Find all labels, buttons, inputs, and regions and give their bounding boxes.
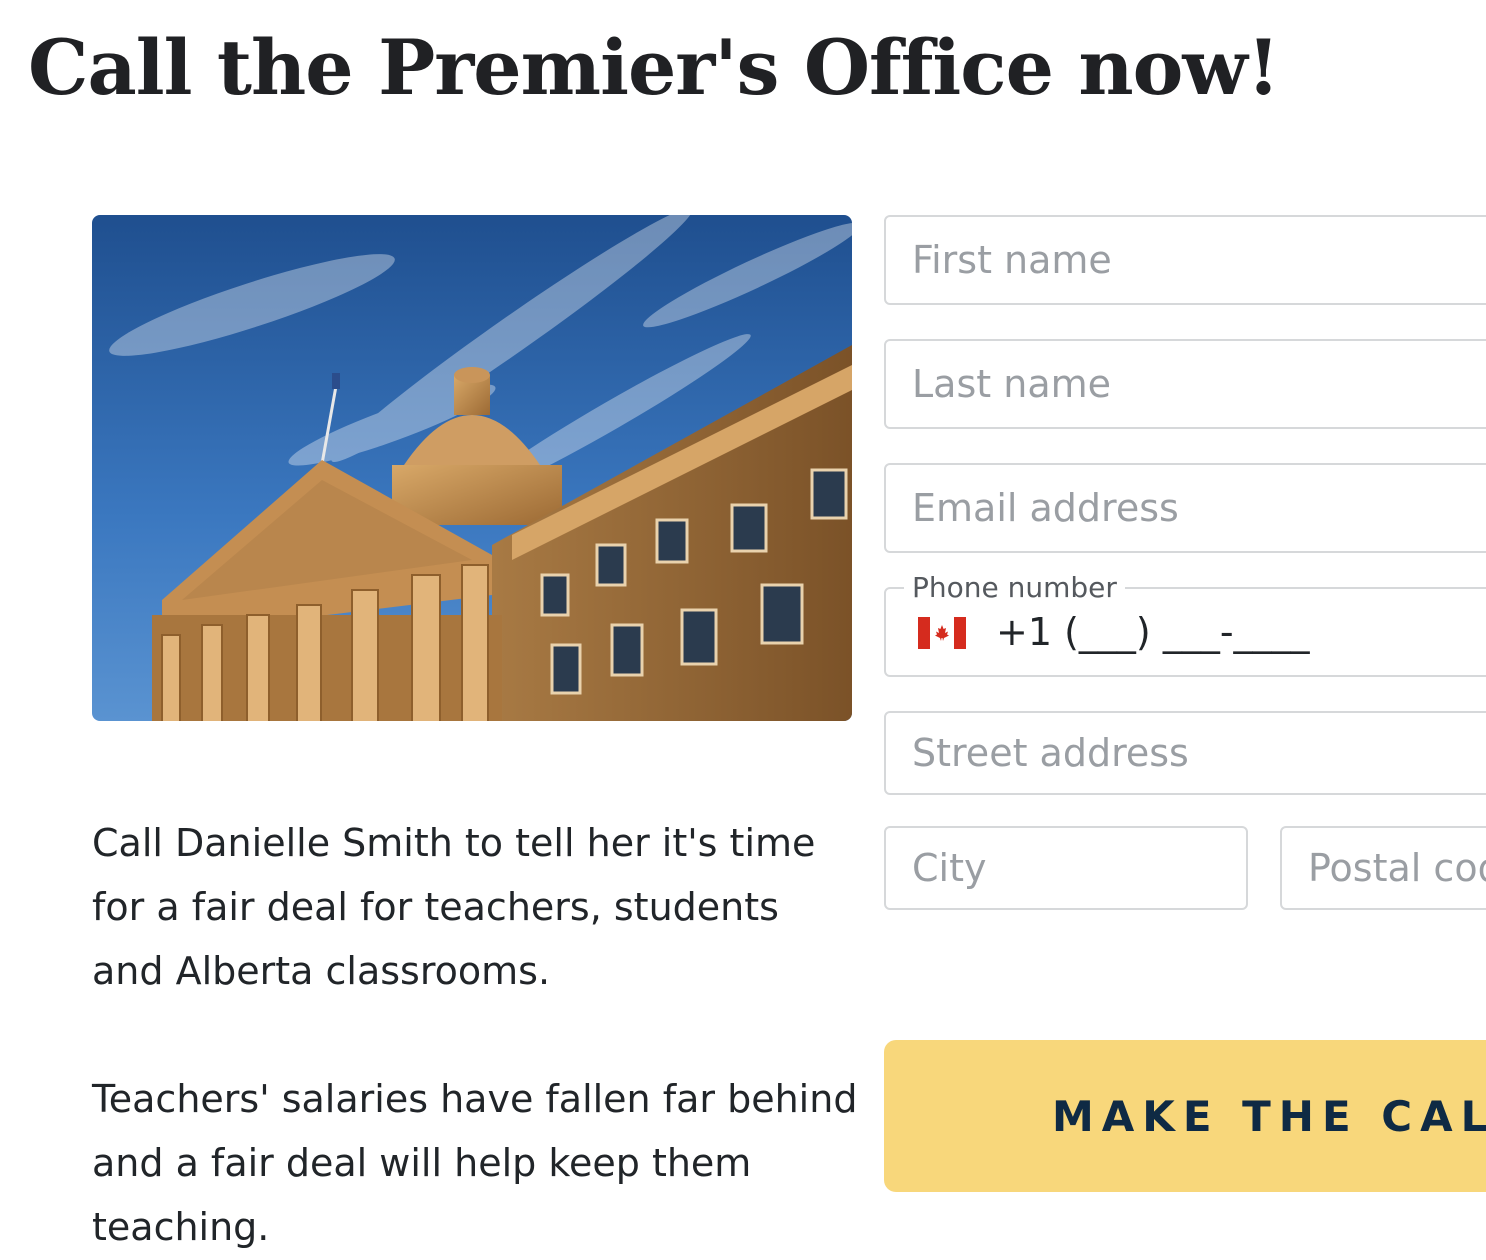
street-address-input[interactable] [886, 713, 1486, 793]
city-field-box [884, 826, 1248, 910]
intro-paragraph: Call Danielle Smith to tell her it's tim… [92, 821, 816, 993]
page-title: Call the Premier's Office now! [28, 23, 1280, 112]
canada-flag-icon[interactable] [918, 617, 966, 649]
email-field-box [884, 463, 1486, 553]
postal-code-field-box [1280, 826, 1486, 910]
legislature-building-image [92, 215, 852, 721]
email-input[interactable] [886, 465, 1486, 551]
page: Call the Premier's Office now! Call Dani… [0, 0, 1486, 1260]
street-field-box [884, 711, 1486, 795]
postal-code-input[interactable] [1282, 828, 1486, 908]
last-name-field-box [884, 339, 1486, 429]
make-the-call-button[interactable]: MAKE THE CALL [884, 1040, 1486, 1192]
phone-field-box: Phone number [884, 571, 1486, 677]
first-name-input[interactable] [886, 217, 1486, 303]
phone-input[interactable] [996, 589, 1486, 675]
city-input[interactable] [886, 828, 1246, 908]
first-name-field-box [884, 215, 1486, 305]
salary-paragraph: Teachers' salaries have fallen far behin… [92, 1077, 858, 1249]
last-name-input[interactable] [886, 341, 1486, 427]
